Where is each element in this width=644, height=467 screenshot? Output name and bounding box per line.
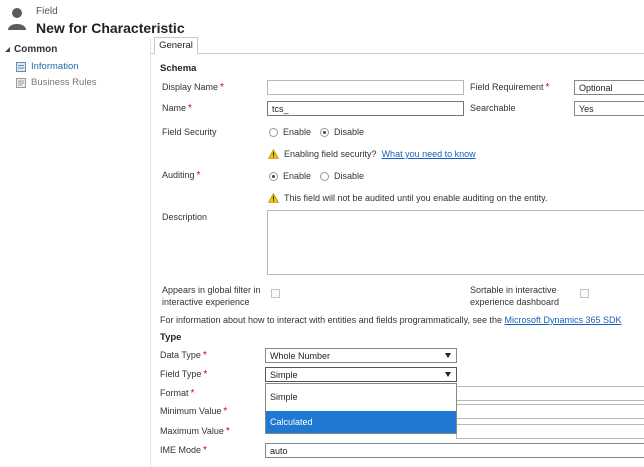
auditing-warning: This field will not be audited until you… bbox=[268, 193, 548, 203]
dropdown-option-calculated[interactable]: Calculated bbox=[266, 411, 456, 433]
field-security-enable[interactable]: Enable bbox=[269, 127, 311, 137]
display-name-label: Display Name * bbox=[162, 82, 224, 93]
required-asterisk: * bbox=[223, 406, 228, 417]
warning-icon bbox=[268, 149, 279, 159]
nav-item-information[interactable]: Information bbox=[16, 61, 79, 72]
field-security-disable[interactable]: Disable bbox=[320, 127, 364, 137]
data-type-select[interactable]: Whole Number bbox=[265, 348, 457, 363]
required-asterisk: * bbox=[545, 82, 550, 93]
maximum-value-label: Maximum Value * bbox=[160, 426, 230, 437]
tab-underline-left bbox=[151, 53, 154, 54]
header-subtitle: Field bbox=[36, 6, 58, 17]
field-type-dropdown-list: Simple Calculated bbox=[265, 383, 457, 434]
field-security-label: Field Security bbox=[162, 127, 217, 137]
auditing-disable[interactable]: Disable bbox=[320, 171, 364, 181]
name-label: Name * bbox=[162, 103, 192, 114]
warning-icon bbox=[268, 193, 279, 203]
tab-general[interactable]: General bbox=[154, 37, 198, 54]
field-type-select[interactable]: Simple bbox=[265, 367, 457, 382]
collapse-triangle-icon bbox=[5, 47, 10, 52]
required-asterisk: * bbox=[225, 426, 230, 437]
radio-button-selected[interactable] bbox=[269, 171, 278, 181]
sortable-checkbox[interactable] bbox=[580, 289, 589, 298]
minimum-value-label: Minimum Value * bbox=[160, 406, 228, 417]
display-name-input[interactable] bbox=[267, 80, 464, 95]
sidebar-divider bbox=[150, 38, 151, 467]
field-type-label: Field Type * bbox=[160, 369, 208, 380]
dropdown-arrow-icon bbox=[445, 372, 451, 377]
sortable-label: Sortable in interactive experience dashb… bbox=[470, 285, 560, 307]
required-asterisk: * bbox=[203, 445, 207, 456]
ime-mode-select[interactable]: auto bbox=[265, 443, 644, 458]
page-title: New for Characteristic bbox=[36, 20, 185, 36]
required-asterisk: * bbox=[203, 369, 208, 380]
name-input[interactable]: tcs_ bbox=[267, 101, 464, 116]
nav-group-common[interactable]: Common bbox=[3, 44, 57, 55]
radio-button-selected[interactable] bbox=[320, 127, 329, 137]
required-asterisk: * bbox=[202, 350, 207, 361]
required-asterisk: * bbox=[220, 82, 224, 93]
tab-underline bbox=[198, 53, 644, 54]
minimum-value-input[interactable] bbox=[456, 404, 644, 419]
required-asterisk: * bbox=[196, 170, 201, 181]
ime-mode-label: IME Mode * bbox=[160, 445, 207, 456]
maximum-value-input[interactable] bbox=[456, 424, 644, 439]
information-form-icon bbox=[16, 61, 26, 72]
user-entity-icon bbox=[8, 8, 26, 30]
global-filter-checkbox[interactable] bbox=[271, 289, 280, 298]
dropdown-arrow-icon bbox=[445, 353, 451, 358]
sdk-info-text: For information about how to interact wi… bbox=[160, 315, 622, 325]
nav-item-label: Business Rules bbox=[31, 77, 97, 88]
nav-item-label: Information bbox=[31, 61, 79, 72]
format-label: Format * bbox=[160, 388, 195, 399]
field-requirement-label: Field Requirement * bbox=[470, 82, 550, 93]
required-asterisk: * bbox=[190, 388, 195, 399]
searchable-select[interactable]: Yes bbox=[574, 101, 644, 116]
business-rules-icon bbox=[16, 77, 26, 88]
data-type-label: Data Type * bbox=[160, 350, 207, 361]
searchable-label: Searchable bbox=[470, 103, 516, 113]
format-select[interactable] bbox=[456, 386, 644, 401]
required-asterisk: * bbox=[188, 103, 192, 114]
nav-item-business-rules[interactable]: Business Rules bbox=[16, 77, 96, 88]
section-schema-title: Schema bbox=[160, 63, 197, 74]
what-you-need-to-know-link[interactable]: What you need to know bbox=[382, 149, 476, 159]
description-textarea[interactable] bbox=[267, 210, 644, 275]
field-requirement-select[interactable]: Optional bbox=[574, 80, 644, 95]
global-filter-label: Appears in global filter in interactive … bbox=[162, 285, 261, 307]
auditing-label: Auditing * bbox=[162, 170, 201, 181]
description-label: Description bbox=[162, 212, 208, 222]
radio-button[interactable] bbox=[320, 171, 329, 181]
auditing-enable[interactable]: Enable bbox=[269, 171, 311, 181]
nav-group-label: Common bbox=[14, 44, 58, 55]
sdk-link[interactable]: Microsoft Dynamics 365 SDK bbox=[505, 315, 622, 325]
radio-button[interactable] bbox=[269, 127, 278, 137]
dropdown-option-simple[interactable]: Simple bbox=[266, 386, 456, 408]
security-warning: Enabling field security? What you need t… bbox=[268, 149, 476, 159]
section-type-title: Type bbox=[160, 332, 182, 343]
